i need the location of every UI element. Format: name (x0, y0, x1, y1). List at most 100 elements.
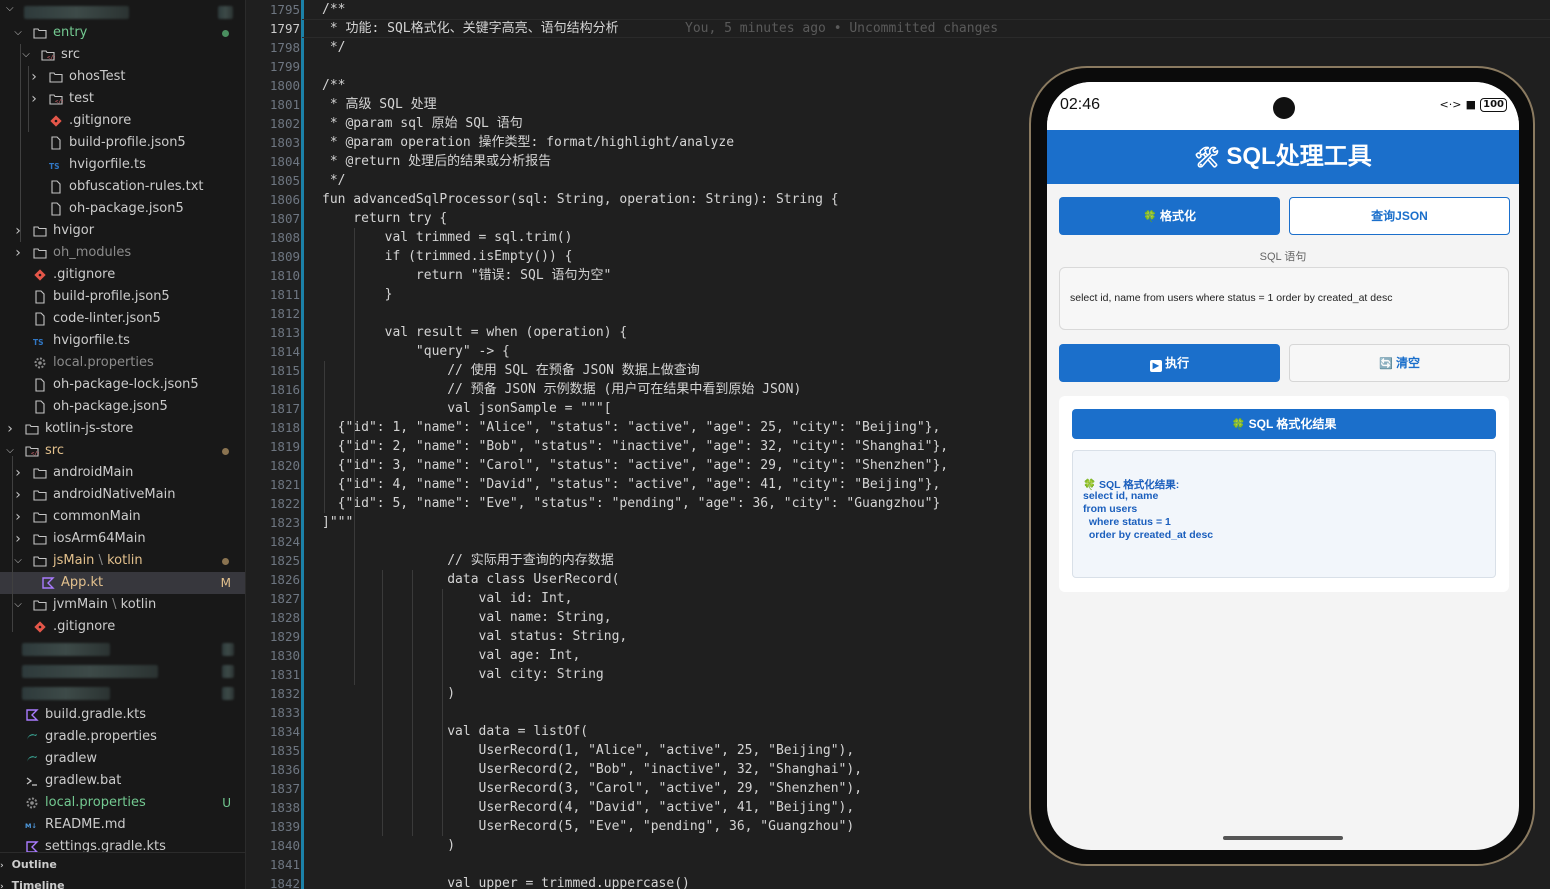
code-line[interactable]: /** (322, 76, 345, 95)
tree-item[interactable]: obfuscation-rules.txt (0, 176, 245, 198)
explorer-top-row[interactable]: ⌵ (0, 0, 245, 22)
code-line[interactable]: val id: Int, (322, 589, 573, 608)
uncommitted-change-bar[interactable] (301, 0, 304, 889)
sql-input[interactable]: select id, name from users where status … (1059, 267, 1509, 330)
code-line[interactable]: UserRecord(4, "David", "active", 41, "Be… (322, 798, 855, 817)
tree-item[interactable]: › commonMain (0, 506, 245, 528)
clear-button[interactable]: 🔄 清空 (1289, 344, 1510, 382)
code-line[interactable]: {"id": 1, "name": "Alice", "status": "ac… (322, 418, 941, 437)
chevron-right-icon[interactable]: › (12, 484, 24, 506)
code-line[interactable]: val trimmed = sql.trim() (322, 228, 573, 247)
chevron-right-icon[interactable]: › (12, 528, 24, 550)
code-line[interactable]: * @param operation 操作类型: format/highligh… (322, 133, 734, 152)
code-line[interactable]: * @param sql 原始 SQL 语句 (322, 114, 523, 133)
code-line[interactable]: /** (322, 0, 345, 19)
tree-item[interactable]: gradlew (0, 748, 245, 770)
code-line[interactable]: // 预备 JSON 示例数据 (用户可在结果中看到原始 JSON) (322, 380, 801, 399)
home-indicator[interactable] (1223, 836, 1343, 840)
code-line[interactable]: ) (322, 684, 455, 703)
tree-item[interactable]: › iosArm64Main (0, 528, 245, 550)
chevron-down-icon[interactable]: ⌵ (20, 44, 32, 66)
chevron-right-icon[interactable]: › (12, 462, 24, 484)
code-line[interactable]: UserRecord(5, "Eve", "pending", 36, "Gua… (322, 817, 855, 836)
code-line[interactable]: fun advancedSqlProcessor(sql: String, op… (322, 190, 839, 209)
code-line[interactable]: {"id": 5, "name": "Eve", "status": "pend… (322, 494, 941, 513)
code-line[interactable]: val age: Int, (322, 646, 581, 665)
tree-item[interactable]: ⌵ </> src (0, 440, 245, 462)
code-line[interactable]: ) (322, 836, 455, 855)
query-json-button[interactable]: 查询JSON (1289, 197, 1510, 235)
tree-item[interactable]: › kotlin-js-store (0, 418, 245, 440)
code-line[interactable]: {"id": 4, "name": "David", "status": "ac… (322, 475, 941, 494)
tree-item[interactable]: M↓ README.md (0, 814, 245, 836)
redacted-tree-item[interactable] (0, 638, 245, 660)
redacted-tree-item[interactable] (0, 660, 245, 682)
tree-item[interactable]: App.kt M (0, 572, 245, 594)
code-line[interactable]: * 功能: SQL格式化、关键字高亮、语句结构分析 You, 5 minutes … (322, 19, 998, 38)
tree-item[interactable]: › androidNativeMain (0, 484, 245, 506)
code-line[interactable]: val name: String, (322, 608, 612, 627)
code-line[interactable]: val status: String, (322, 627, 628, 646)
code-line[interactable]: data class UserRecord( (322, 570, 619, 589)
timeline-panel-header[interactable]: › Timeline (0, 876, 65, 889)
tree-item[interactable]: ⌵ </> src (0, 44, 245, 66)
chevron-right-icon[interactable]: › (12, 220, 24, 242)
format-button[interactable]: 🍀 格式化 (1059, 197, 1280, 235)
tree-item[interactable]: .gitignore (0, 264, 245, 286)
chevron-down-icon[interactable]: ⌵ (6, 3, 14, 14)
code-line[interactable]: ]""" (322, 513, 353, 532)
tree-item[interactable]: local.properties U (0, 792, 245, 814)
code-line[interactable]: * 高级 SQL 处理 (322, 95, 437, 114)
tree-item[interactable]: › androidMain (0, 462, 245, 484)
code-line[interactable]: if (trimmed.isEmpty()) { (322, 247, 573, 266)
tree-item[interactable]: gradlew.bat (0, 770, 245, 792)
tree-item[interactable]: TS hvigorfile.ts (0, 330, 245, 352)
tree-item[interactable]: oh-package.json5 (0, 396, 245, 418)
chevron-right-icon[interactable]: › (28, 66, 40, 88)
tree-item[interactable]: ⌵ entry (0, 22, 245, 44)
tree-item[interactable]: code-linter.json5 (0, 308, 245, 330)
chevron-down-icon[interactable]: ⌵ (4, 440, 16, 462)
tree-item[interactable]: build-profile.json5 (0, 286, 245, 308)
tree-item[interactable]: gradle.properties (0, 726, 245, 748)
code-line[interactable]: "query" -> { (322, 342, 510, 361)
code-line[interactable]: val jsonSample = """[ (322, 399, 611, 418)
code-line[interactable]: return "错误: SQL 语句为空" (322, 266, 611, 285)
code-line[interactable]: {"id": 2, "name": "Bob", "status": "inac… (322, 437, 949, 456)
chevron-down-icon[interactable]: ⌵ (12, 22, 24, 44)
tree-item[interactable]: build.gradle.kts (0, 704, 245, 726)
tree-item[interactable]: › ohosTest (0, 66, 245, 88)
outline-panel-header[interactable]: › Outline (0, 855, 57, 875)
tree-item[interactable]: TS hvigorfile.ts (0, 154, 245, 176)
tree-item[interactable]: › oh_modules (0, 242, 245, 264)
result-output[interactable]: 🍀 SQL 格式化结果: select id, name from users … (1072, 450, 1496, 578)
code-line[interactable]: // 使用 SQL 在预备 JSON 数据上做查询 (322, 361, 700, 380)
code-line[interactable]: return try { (322, 209, 447, 228)
code-line[interactable]: UserRecord(2, "Bob", "inactive", 32, "Sh… (322, 760, 863, 779)
tree-item[interactable]: build-profile.json5 (0, 132, 245, 154)
chevron-down-icon[interactable]: ⌵ (12, 550, 24, 572)
code-line[interactable]: UserRecord(1, "Alice", "active", 25, "Be… (322, 741, 855, 760)
code-line[interactable]: * @return 处理后的结果或分析报告 (322, 152, 551, 171)
code-line[interactable]: UserRecord(3, "Carol", "active", 29, "Sh… (322, 779, 863, 798)
code-line[interactable]: val data = listOf( (322, 722, 588, 741)
tree-item[interactable]: ⌵ jsMain \ kotlin (0, 550, 245, 572)
chevron-right-icon[interactable]: › (12, 506, 24, 528)
tree-item[interactable]: .gitignore (0, 616, 245, 638)
tree-item[interactable]: oh-package.json5 (0, 198, 245, 220)
chevron-down-icon[interactable]: ⌵ (12, 594, 24, 616)
run-button[interactable]: ▶ 执行 (1059, 344, 1280, 382)
tree-item[interactable]: › hvigor (0, 220, 245, 242)
code-line[interactable]: */ (322, 171, 346, 190)
tree-item[interactable]: ⌵ jvmMain \ kotlin (0, 594, 245, 616)
code-line[interactable]: val city: String (322, 665, 604, 684)
tree-item[interactable]: local.properties (0, 352, 245, 374)
code-line[interactable]: {"id": 3, "name": "Carol", "status": "ac… (322, 456, 949, 475)
tree-item[interactable]: oh-package-lock.json5 (0, 374, 245, 396)
chevron-right-icon[interactable]: › (4, 418, 16, 440)
tree-item[interactable]: › </> test (0, 88, 245, 110)
redacted-tree-item[interactable] (0, 682, 245, 704)
code-line[interactable]: val result = when (operation) { (322, 323, 628, 342)
code-line[interactable]: // 实际用于查询的内存数据 (322, 551, 614, 570)
tree-item[interactable]: .gitignore (0, 110, 245, 132)
